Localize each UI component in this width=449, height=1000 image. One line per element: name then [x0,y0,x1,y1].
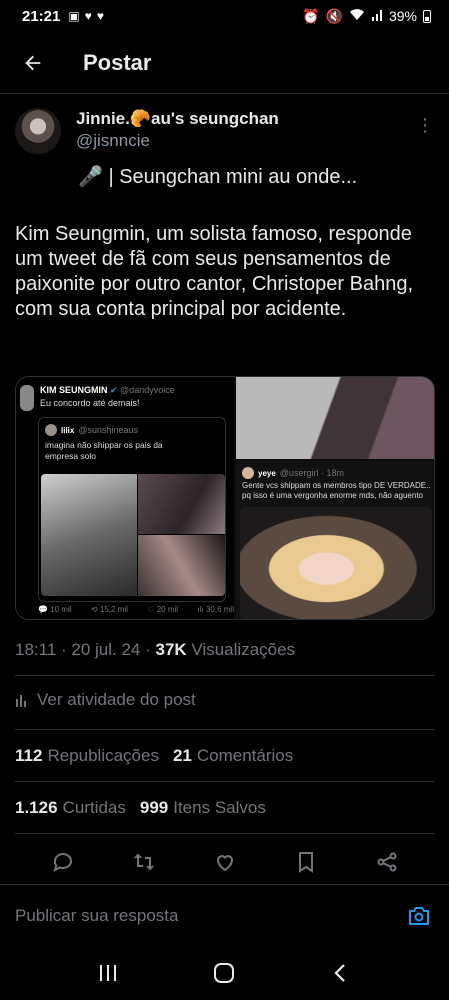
tweet-timestamp: 18:11 · 20 jul. 24 · [15,640,156,659]
comment-icon [52,853,72,872]
camera-icon [409,906,429,925]
author-names: Jinnie.🥐au's seungchan @jisnncie [76,108,279,158]
avatar[interactable] [15,108,61,154]
mute-icon: 🔇 [325,7,343,24]
embedded-name: KIM SEUNGMIN ✔ @dandyvoice [40,385,175,395]
photo-2 [138,474,225,534]
heart-icon [216,855,233,872]
tweet-text: Kim Seungmin, um solista famoso, respond… [15,223,414,320]
embedded-views: ılı 30,6 mil [197,605,234,614]
heart-notification-icon: ♥ [84,9,92,23]
recent-apps-icon [100,965,117,981]
divider [15,729,434,730]
system-nav-bar [0,946,449,1000]
wifi-icon [349,8,365,24]
photo-1 [41,474,137,596]
verified-icon: ✔ [110,385,118,395]
more-options-button[interactable]: ⋮ [416,108,434,158]
heart-notification-icon-2: ♥ [96,9,104,23]
bookmark-icon [298,852,313,873]
recent-apps-button[interactable] [83,953,133,993]
embedded-text: Eu concordo até demais! [40,398,140,408]
status-time: 21:21 [22,7,61,25]
chevron-left-icon [334,964,345,982]
signal-icon [371,8,383,24]
media-image-right-bottom[interactable]: yeye @usergirl · 18m Gente vcs shippam o… [236,461,434,619]
view-activity-label: Ver atividade do post [37,690,196,709]
tweet-media[interactable]: KIM SEUNGMIN ✔ @dandyvoice Eu concordo a… [15,376,435,620]
camera-button[interactable] [404,901,434,931]
display-name[interactable]: Jinnie.🥐au's seungchan [76,108,279,130]
views-label: Visualizações [191,640,296,659]
divider [15,781,434,782]
embedded-post-2-avatar [242,467,254,479]
embedded-likes: ♡ 20 mil [147,605,179,614]
gallery-icon: ▣ [68,9,80,23]
comments-stat[interactable]: 21 Comentários [173,746,293,766]
tweet-meta: 18:11 · 20 jul. 24 · 37K Visualizações [15,640,295,660]
divider [15,675,434,676]
photo-3 [138,535,225,596]
user-handle[interactable]: @jisnncie [76,130,279,152]
embedded-quote-text: imagina não shippar os pais da empresa s… [45,440,163,461]
tweet-author: Jinnie.🥐au's seungchan @jisnncie ⋮ [15,108,434,158]
system-icons: ⏰ 🔇 39% [302,8,431,25]
tweet-teaser: 🎤 | Seungchan mini au onde... [78,166,358,188]
stats-row-1: 112 Republicações 21 Comentários [15,746,293,766]
embedded-retweets: ⟲ 15,2 mil [90,605,128,614]
back-button[interactable] [13,43,53,83]
embedded-replies: 💬 10 mil [38,605,72,614]
embedded-quote: lilix @sunshineaus imagina não shippar o… [38,417,226,602]
embedded-avatar [20,385,34,411]
embedded-post-header: KIM SEUNGMIN ✔ @dandyvoice Eu concordo a… [20,385,175,411]
embedded-quote-photos [41,474,225,596]
bookmark-button[interactable] [286,842,326,882]
reply-button[interactable] [43,842,83,882]
alarm-icon: ⏰ [302,7,320,24]
like-button[interactable] [205,842,245,882]
share-icon [377,852,396,872]
media-image-left[interactable]: KIM SEUNGMIN ✔ @dandyvoice Eu concordo a… [16,377,234,619]
reply-input[interactable] [15,905,404,926]
embedded-quote-header: lilix @sunshineaus [45,424,219,436]
home-button[interactable] [199,953,249,993]
embedded-post-2-text: Gente vcs shippam os membros tipo DE VER… [242,481,431,500]
analytics-icon [16,695,26,707]
battery-text: 39% [388,8,417,24]
embedded-quote-avatar [45,424,57,436]
status-bar: 21:21 ▣ ♥ ♥ ⏰ 🔇 39% [0,0,449,32]
embedded-post-2-photo [240,507,432,619]
reposts-stat[interactable]: 112 Republicações [15,746,159,766]
stats-row-2: 1.126 Curtidas 999 Itens Salvos [15,798,266,818]
embedded-actions: 💬 10 mil ⟲ 15,2 mil ♡ 20 mil ılı 30,6 mi… [38,605,234,614]
share-button[interactable] [367,842,407,882]
view-activity-link[interactable]: Ver atividade do post [15,690,196,710]
views-count: 37K [155,640,187,659]
media-image-right-top[interactable] [236,377,434,459]
saves-stat[interactable]: 999 Itens Salvos [140,798,266,818]
divider [15,833,434,834]
reply-bar [0,884,449,946]
arrow-left-icon [25,55,41,70]
likes-stat[interactable]: 1.126 Curtidas [15,798,126,818]
notification-icons: ▣ ♥ ♥ [68,9,104,23]
embedded-post-2-header: yeye @usergirl · 18m [242,467,344,479]
top-header: Postar [0,32,449,94]
action-bar [0,842,449,882]
repost-icon [133,853,154,871]
home-icon [214,963,235,983]
battery-icon [423,9,431,23]
more-vertical-icon: ⋮ [416,115,434,135]
page-title: Postar [83,49,152,75]
repost-button[interactable] [124,842,164,882]
back-nav-button[interactable] [316,953,366,993]
